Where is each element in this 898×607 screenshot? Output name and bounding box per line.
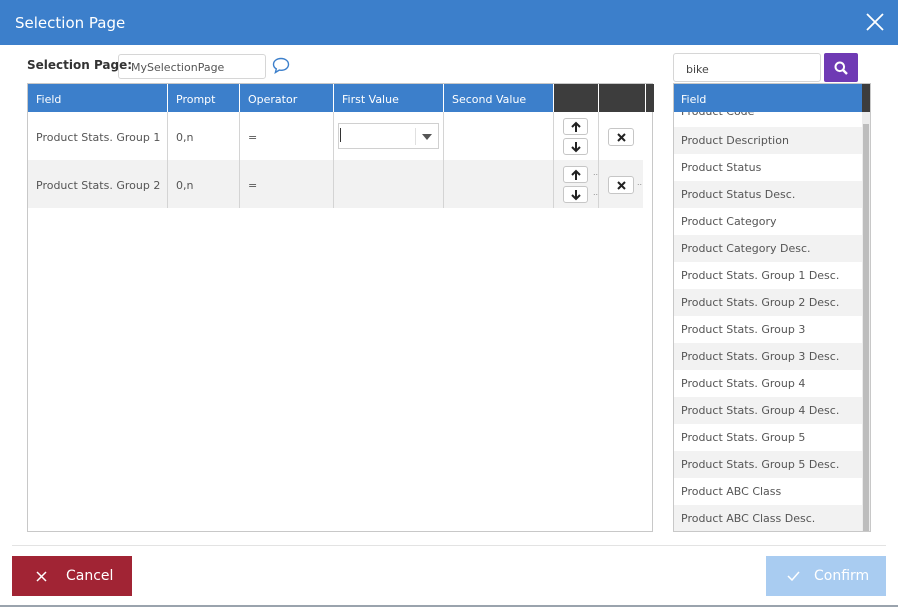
row-prompt: 0,n [168, 112, 240, 160]
delete-row-button[interactable] [608, 176, 634, 194]
selection-page-label: Selection Page: [27, 58, 133, 72]
list-item[interactable]: Product Stats. Group 3 [674, 316, 862, 343]
dropdown-separator [415, 128, 416, 145]
dialog-titlebar: Selection Page [0, 0, 898, 45]
list-item[interactable]: Product Stats. Group 1 Desc. [674, 262, 862, 289]
row-first-value[interactable] [334, 160, 444, 208]
search-button[interactable] [824, 53, 858, 82]
close-icon [617, 181, 626, 190]
overflow-indicator: .. [593, 168, 599, 177]
column-header-second-value[interactable]: Second Value [444, 84, 554, 112]
list-item[interactable]: Product ABC Class [674, 478, 862, 505]
delete-row-button[interactable] [608, 128, 634, 146]
grid-header: Field Prompt Operator First Value Second… [28, 84, 654, 112]
column-header-field[interactable]: Field [28, 84, 168, 112]
close-icon [36, 571, 47, 582]
chevron-down-icon[interactable] [422, 134, 432, 140]
list-item[interactable]: Product Code [674, 112, 862, 125]
list-item[interactable]: Product Stats. Group 5 [674, 424, 862, 451]
field-list-scrollbar-thumb[interactable] [863, 124, 869, 531]
overflow-indicator: .. [593, 188, 599, 197]
comment-icon[interactable] [272, 57, 290, 74]
row-operator[interactable]: = [240, 160, 334, 208]
list-item[interactable]: Product Description [674, 127, 862, 154]
table-row[interactable]: Product Stats. Group 1 0,n = [28, 112, 643, 160]
field-list-header-spacer [862, 84, 870, 112]
selection-grid: Field Prompt Operator First Value Second… [27, 83, 654, 532]
row-second-value[interactable] [444, 160, 554, 208]
confirm-button[interactable]: Confirm [766, 556, 886, 596]
column-header-first-value[interactable]: First Value [334, 84, 444, 112]
table-row[interactable]: Product Stats. Group 2 0,n = .. .. .. [28, 160, 643, 208]
close-icon[interactable] [866, 13, 884, 31]
field-list-header[interactable]: Field [674, 84, 862, 112]
first-value-dropdown[interactable] [338, 123, 439, 149]
list-item[interactable]: Product ABC Class Desc. [674, 505, 862, 531]
dialog-title: Selection Page [15, 14, 126, 32]
row-field: Product Stats. Group 2 [28, 160, 168, 208]
arrow-up-icon [571, 169, 581, 180]
row-sort-cell: .. .. [554, 160, 599, 208]
confirm-label: Confirm [814, 568, 870, 584]
overflow-indicator: .. [637, 178, 643, 187]
column-header-prompt[interactable]: Prompt [168, 84, 240, 112]
column-header-sort [554, 84, 599, 112]
move-down-button[interactable] [563, 186, 588, 203]
row-field: Product Stats. Group 1 [28, 112, 168, 160]
move-up-button[interactable] [563, 118, 588, 135]
column-header-spacer [646, 84, 654, 112]
column-header-delete [599, 84, 646, 112]
arrow-down-icon [571, 142, 581, 153]
move-up-button[interactable] [563, 166, 588, 183]
field-search-input[interactable]: bike [673, 53, 821, 82]
list-item[interactable]: Product Stats. Group 4 Desc. [674, 397, 862, 424]
footer-divider [12, 545, 886, 546]
column-header-operator[interactable]: Operator [240, 84, 334, 112]
field-list-panel: Field Product Code Product Description P… [673, 83, 871, 532]
text-cursor [340, 128, 341, 142]
cancel-label: Cancel [66, 568, 114, 584]
list-item[interactable]: Product Category [674, 208, 862, 235]
row-prompt: 0,n [168, 160, 240, 208]
list-item[interactable]: Product Stats. Group 4 [674, 370, 862, 397]
arrow-up-icon [571, 121, 581, 132]
row-first-value-cell [334, 112, 444, 160]
selection-page-dialog: Selection Page Selection Page: MySelecti… [0, 0, 898, 607]
close-icon [617, 133, 626, 142]
move-down-button[interactable] [563, 138, 588, 155]
row-delete-cell: .. [599, 160, 643, 208]
arrow-down-icon [571, 190, 581, 201]
row-second-value[interactable] [444, 112, 554, 160]
search-icon [834, 61, 848, 75]
list-item[interactable]: Product Category Desc. [674, 235, 862, 262]
list-item[interactable]: Product Stats. Group 3 Desc. [674, 343, 862, 370]
list-item[interactable]: Product Status Desc. [674, 181, 862, 208]
list-item[interactable]: Product Stats. Group 5 Desc. [674, 451, 862, 478]
list-item[interactable]: Product Status [674, 154, 862, 181]
row-operator[interactable]: = [240, 112, 334, 160]
checkmark-icon [787, 571, 800, 581]
list-item[interactable]: Product Stats. Group 2 Desc. [674, 289, 862, 316]
row-delete-cell [599, 112, 643, 160]
selection-page-name-input[interactable]: MySelectionPage [118, 54, 266, 79]
field-list: Product Code Product Description Product… [674, 112, 862, 531]
cancel-button[interactable]: Cancel [12, 556, 132, 596]
row-sort-cell [554, 112, 599, 160]
